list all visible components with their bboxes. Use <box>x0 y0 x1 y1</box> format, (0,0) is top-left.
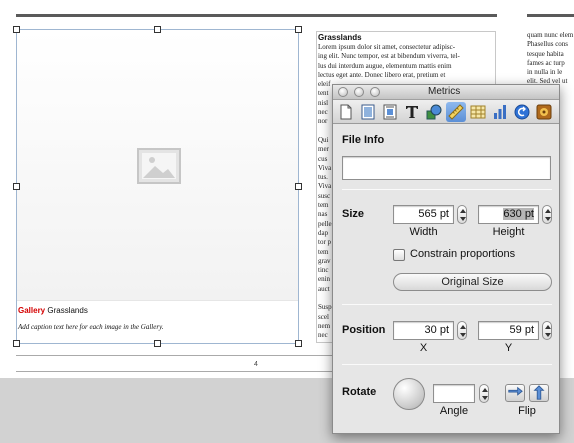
body-text-line: Lorem ipsum dolor sit amet, consectetur … <box>318 43 456 51</box>
original-size-button[interactable]: Original Size <box>393 273 552 291</box>
document-icon <box>340 104 352 120</box>
metrics-inspector-window: Metrics File Info Size 565 pt Width 630 … <box>332 84 560 434</box>
size-label: Size <box>342 208 365 220</box>
flip-vertical-button[interactable] <box>529 384 549 402</box>
gallery-caption-area[interactable]: Gallery Grasslands Add caption text here… <box>17 300 298 343</box>
body-text-line: lus dui interdum augue, elementum mattis… <box>318 61 452 70</box>
resize-handle-middle-right[interactable] <box>295 183 302 190</box>
gallery-title: Gallery Grasslands <box>18 306 88 315</box>
link-icon <box>514 104 530 120</box>
height-field[interactable]: 630 pt <box>478 205 539 224</box>
graphic-inspector-tab[interactable] <box>424 102 444 122</box>
zoom-button[interactable] <box>370 87 380 97</box>
document-inspector-tab[interactable] <box>336 102 356 122</box>
table-inspector-tab[interactable] <box>468 102 488 122</box>
rotate-wheel[interactable] <box>393 378 425 410</box>
page-number: 4 <box>254 361 258 368</box>
body-text-line: ing elit. Nunc tempor, est at bibendum v… <box>318 52 460 61</box>
constrain-proportions-label[interactable]: Constrain proportions <box>410 248 515 260</box>
width-field[interactable]: 565 pt <box>393 205 454 224</box>
minimize-button[interactable] <box>354 87 364 97</box>
angle-field[interactable] <box>433 384 475 403</box>
layout-inspector-tab[interactable] <box>358 102 378 122</box>
width-caption: Width <box>409 226 438 238</box>
section-divider <box>342 189 552 190</box>
x-stepper[interactable] <box>457 321 467 340</box>
gallery-image-frame[interactable]: Gallery Grasslands Add caption text here… <box>16 29 299 344</box>
resize-handle-bottom-center[interactable] <box>154 340 161 347</box>
x-caption: X <box>419 342 428 354</box>
text-icon <box>406 106 418 118</box>
section-divider <box>342 364 552 365</box>
link-inspector-tab[interactable] <box>512 102 532 122</box>
body-text-line: in nulla in le <box>527 68 563 77</box>
flip-vertical-icon <box>533 385 545 400</box>
body-text-line: lectus eget ante. Donec libero erat, pre… <box>318 70 446 79</box>
section-divider <box>342 304 552 305</box>
header-rule-next-page <box>527 14 574 17</box>
close-button[interactable] <box>338 87 348 97</box>
layout-icon <box>361 104 375 120</box>
media-inspector-tab[interactable] <box>534 102 554 122</box>
window-title: Metrics <box>428 86 461 97</box>
header-rule <box>16 14 497 17</box>
wrap-icon <box>383 104 397 120</box>
resize-handle-top-left[interactable] <box>13 26 20 33</box>
flip-horizontal-icon <box>508 386 523 396</box>
width-stepper[interactable] <box>457 205 467 224</box>
resize-handle-bottom-left[interactable] <box>13 340 20 347</box>
text-inspector-tab[interactable] <box>402 102 422 122</box>
chart-icon <box>494 105 506 119</box>
resize-handle-top-center[interactable] <box>154 26 161 33</box>
y-stepper[interactable] <box>542 321 552 340</box>
height-selection: 630 pt <box>503 208 534 220</box>
column-title: Grasslands <box>318 33 362 42</box>
image-placeholder-icon <box>137 148 181 184</box>
window-titlebar[interactable]: Metrics <box>333 85 559 100</box>
resize-handle-middle-left[interactable] <box>13 183 20 190</box>
resize-handle-top-right[interactable] <box>295 26 302 33</box>
height-caption: Height <box>492 226 525 238</box>
gallery-caption: Add caption text here for each image in … <box>18 323 164 331</box>
file-info-field[interactable] <box>342 156 551 180</box>
table-icon <box>470 105 486 119</box>
body-text-line: fames ac turp <box>527 58 565 67</box>
x-position-field[interactable]: 30 pt <box>393 321 454 340</box>
inspector-toolbar <box>333 100 559 124</box>
chart-inspector-tab[interactable] <box>490 102 510 122</box>
flip-caption: Flip <box>518 405 536 417</box>
ruler-icon <box>448 104 464 120</box>
wrap-inspector-tab[interactable] <box>380 102 400 122</box>
file-info-label: File Info <box>342 134 385 146</box>
resize-handle-bottom-right[interactable] <box>295 340 302 347</box>
y-position-field[interactable]: 59 pt <box>478 321 539 340</box>
graphic-icon <box>426 104 442 120</box>
height-stepper[interactable] <box>542 205 552 224</box>
body-text-line: quam nunc elem <box>527 31 574 39</box>
media-icon <box>536 104 552 120</box>
angle-stepper[interactable] <box>479 384 489 403</box>
gallery-title-rest: Grasslands <box>45 306 88 315</box>
flip-horizontal-button[interactable] <box>505 384 525 402</box>
body-text-line: tesque habita <box>527 49 564 58</box>
angle-caption: Angle <box>439 405 469 417</box>
constrain-proportions-checkbox[interactable] <box>393 249 405 261</box>
y-caption: Y <box>504 342 513 354</box>
metrics-inspector-tab[interactable] <box>446 102 466 122</box>
rotate-label: Rotate <box>342 386 377 398</box>
position-label: Position <box>342 324 386 336</box>
gallery-title-word: Gallery <box>18 306 46 315</box>
body-text-line: Phasellus cons <box>527 40 569 49</box>
